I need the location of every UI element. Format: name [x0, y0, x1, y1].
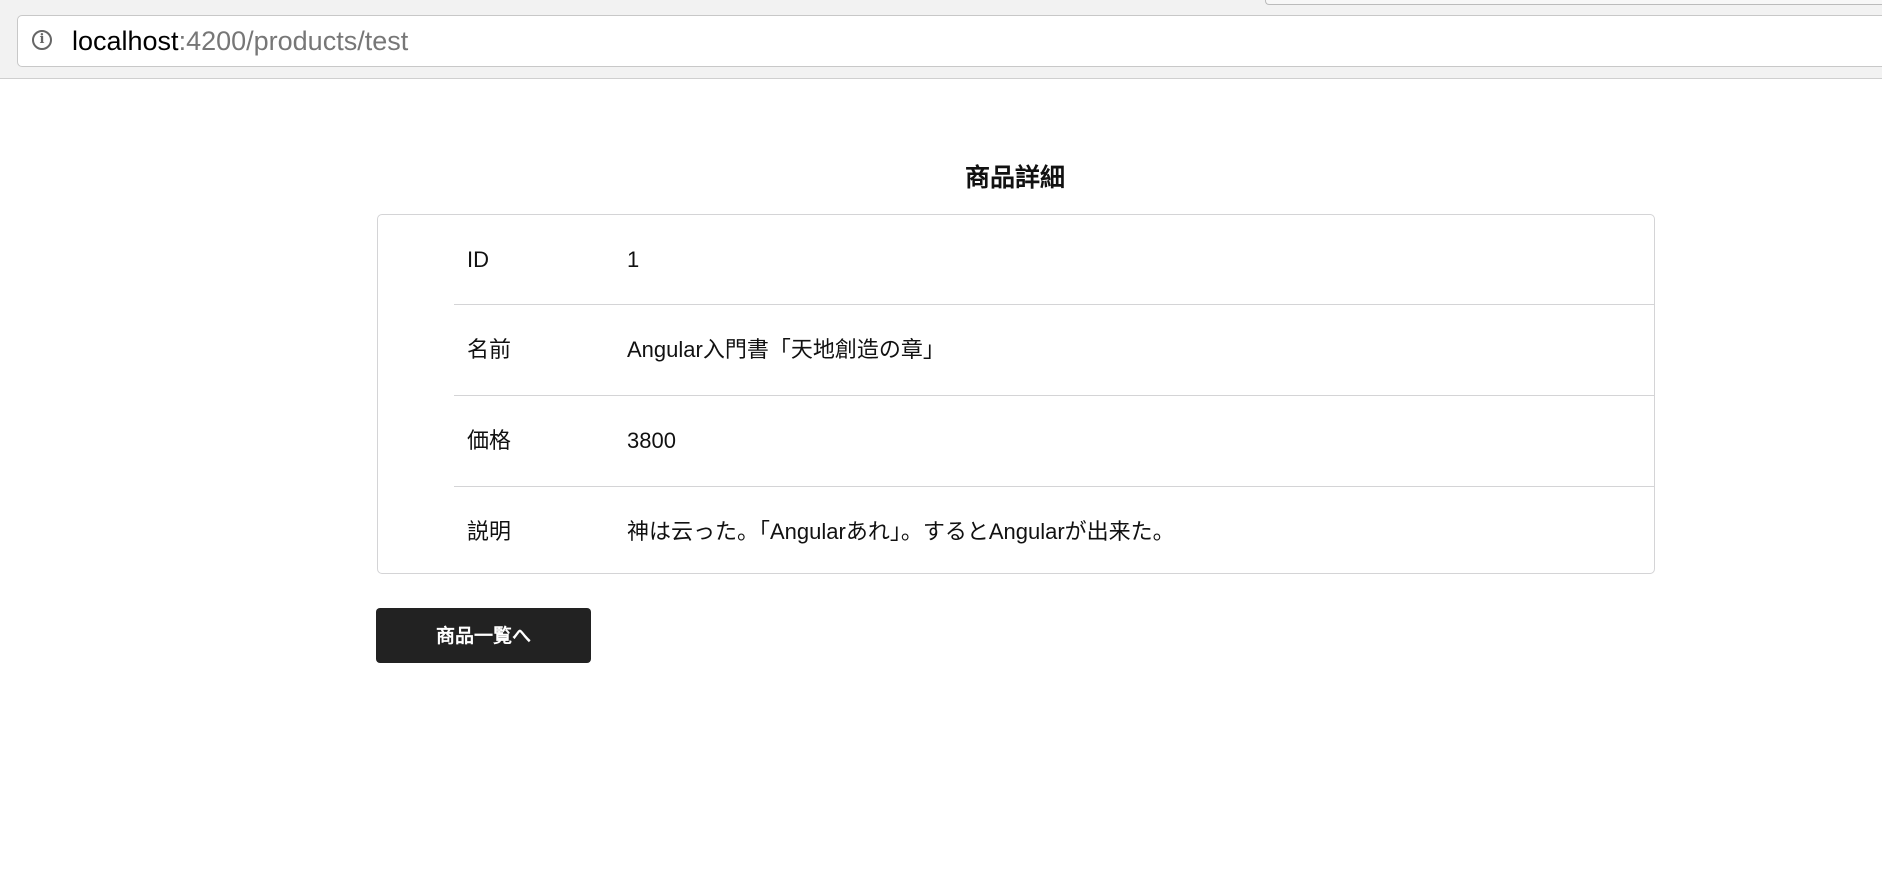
browser-toolbar: i localhost:4200/products/test [0, 0, 1882, 79]
back-to-list-button[interactable]: 商品一覧へ [376, 608, 591, 663]
product-detail-card: ID 1 名前 Angular入門書「天地創造の章」 価格 3800 説明 神は… [377, 214, 1655, 574]
url-text[interactable]: localhost:4200/products/test [72, 26, 408, 56]
row-label: 名前 [467, 337, 512, 362]
page-title: 商品詳細 [964, 164, 1065, 192]
row-value: 1 [627, 247, 640, 272]
row-label: ID [467, 247, 489, 272]
detail-row-id: ID 1 [454, 215, 1654, 305]
url-path: :4200/products/test [178, 26, 409, 56]
info-icon[interactable]: i [32, 30, 52, 50]
row-label: 説明 [467, 519, 512, 544]
detail-row-description: 説明 神は云った。「Angularあれ」。するとAngularが出来た。 [454, 486, 1654, 577]
detail-row-name: 名前 Angular入門書「天地創造の章」 [454, 304, 1654, 395]
row-value: 3800 [627, 428, 676, 453]
row-value: Angular入門書「天地創造の章」 [627, 337, 945, 362]
detail-row-price: 価格 3800 [454, 395, 1654, 486]
browser-tab-edge [1265, 0, 1882, 5]
row-value: 神は云った。「Angularあれ」。するとAngularが出来た。 [627, 519, 1175, 544]
address-bar[interactable]: i localhost:4200/products/test [17, 15, 1882, 67]
url-host: localhost [72, 26, 179, 56]
row-label: 価格 [467, 428, 512, 453]
